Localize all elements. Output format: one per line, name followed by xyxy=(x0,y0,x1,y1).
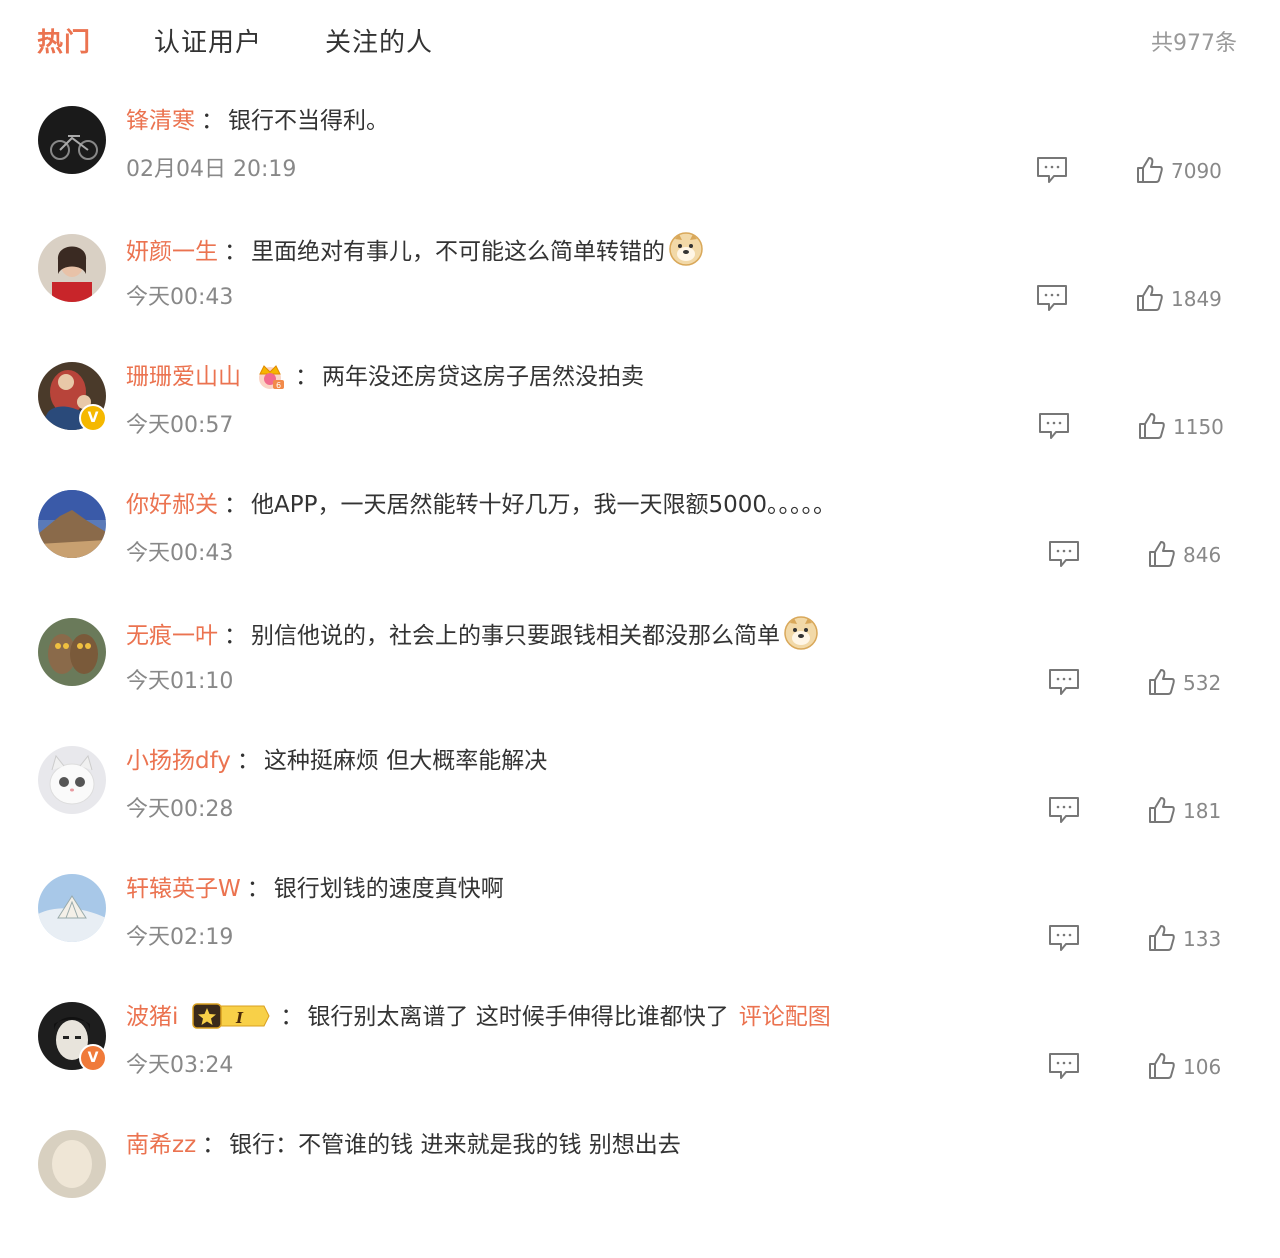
comment-time: 今天00:57 xyxy=(126,413,234,438)
thumbs-up-icon xyxy=(1149,925,1175,951)
comment-text: 别信他说的，社会上的事只要跟钱相关都没那么简单 xyxy=(251,623,780,649)
comment-time: 今天00:28 xyxy=(126,797,234,822)
thumbs-up-icon xyxy=(1149,541,1175,567)
thumbs-up-icon xyxy=(1137,157,1163,183)
tab-verified-users[interactable]: 认证用户 xyxy=(154,22,262,59)
comment-username[interactable]: 南希zz xyxy=(126,1132,196,1158)
comment-item: 你好郝关：他APP，一天居然能转十好几万，我一天限额5000。。。。。 今天00… xyxy=(0,490,1280,618)
comment-time: 今天00:43 xyxy=(126,541,234,566)
comment-time: 今天03:24 xyxy=(126,1053,234,1078)
tab-following[interactable]: 关注的人 xyxy=(325,22,433,59)
comment-picture-link[interactable]: 评论配图 xyxy=(739,1004,831,1030)
fan-medal-icon: I xyxy=(192,1002,270,1040)
colon: ： xyxy=(246,876,270,902)
comment-text: 银行划钱的速度真快啊 xyxy=(273,876,504,902)
comment-username[interactable]: 波猪i xyxy=(126,1004,178,1030)
comment-item: V 波猪i I ：银行别太离谱了 这时候手伸得比谁都快了 评论配图 今天03:24 1… xyxy=(0,1002,1280,1130)
comment-time: 今天00:43 xyxy=(126,285,234,310)
thumbs-up-icon xyxy=(1149,669,1175,695)
avatar[interactable]: V xyxy=(38,362,107,432)
comment-text: 银行别太离谱了 这时候手伸得比谁都快了 xyxy=(307,1004,729,1030)
thumbs-up-icon xyxy=(1149,1053,1175,1079)
comment-item: 妍颜一生：里面绝对有事儿，不可能这么简单转错的 今天00:43 1849 xyxy=(0,232,1280,362)
reply-icon[interactable] xyxy=(1036,284,1068,312)
comment-item: 南希zz：银行：不管谁的钱 进来就是我的钱 别想出去 xyxy=(0,1130,1280,1258)
comment-text: 里面绝对有事儿，不可能这么简单转错的 xyxy=(251,239,665,265)
like-count: 1150 xyxy=(1173,415,1224,439)
colon: ： xyxy=(224,239,247,265)
comment-tabs: 热门 认证用户 关注的人 共977条 xyxy=(0,0,1280,80)
avatar[interactable]: V xyxy=(38,1002,107,1072)
colon: ： xyxy=(224,623,247,649)
like-button[interactable]: 846 xyxy=(1147,540,1221,570)
like-count: 7090 xyxy=(1171,159,1222,183)
avatar[interactable] xyxy=(38,874,106,942)
comment-username[interactable]: 锋清寒 xyxy=(126,108,195,134)
avatar[interactable] xyxy=(38,490,106,558)
avatar[interactable] xyxy=(38,618,106,686)
like-count: 133 xyxy=(1183,927,1222,951)
reply-icon[interactable] xyxy=(1036,156,1068,184)
reply-icon[interactable] xyxy=(1048,796,1080,824)
avatar[interactable] xyxy=(38,234,106,302)
reply-icon[interactable] xyxy=(1048,540,1080,568)
like-button[interactable]: 1849 xyxy=(1135,284,1222,314)
comment-total-count: 共977条 xyxy=(1151,31,1237,56)
avatar[interactable] xyxy=(38,746,106,814)
reply-icon[interactable] xyxy=(1038,412,1070,440)
verified-badge-icon: V xyxy=(79,404,107,432)
crown-medal-icon: 6 xyxy=(255,362,285,400)
tab-hot[interactable]: 热门 xyxy=(37,22,91,59)
comment-username[interactable]: 你好郝关 xyxy=(126,492,218,518)
like-count: 846 xyxy=(1183,543,1222,567)
like-count: 181 xyxy=(1183,799,1222,823)
colon: ： xyxy=(224,492,247,518)
doge-emoji-icon xyxy=(784,616,818,660)
comment-text: 他APP，一天居然能转十好几万，我一天限额5000。。。。。 xyxy=(251,492,837,518)
comment-username[interactable]: 轩辕英子W xyxy=(126,876,241,902)
comment-item: 无痕一叶：别信他说的，社会上的事只要跟钱相关都没那么简单 今天01:10 532 xyxy=(0,616,1280,746)
comment-item: 锋清寒：银行不当得利。 02月04日 20:19 7090 xyxy=(0,106,1280,234)
like-count: 532 xyxy=(1183,671,1222,695)
thumbs-up-icon xyxy=(1137,285,1163,311)
colon: ： xyxy=(202,1132,226,1158)
comment-username[interactable]: 珊珊爱山山 xyxy=(126,364,241,390)
like-button[interactable]: 1150 xyxy=(1137,412,1224,442)
colon: ： xyxy=(201,108,224,134)
medal-level: I xyxy=(235,1009,244,1027)
comment-time: 今天02:19 xyxy=(126,925,234,950)
doge-emoji-icon xyxy=(669,232,703,276)
comment-item: 小扬扬dfy：这种挺麻烦 但大概率能解决 今天00:28 181 xyxy=(0,746,1280,874)
comment-username[interactable]: 小扬扬dfy xyxy=(126,748,231,774)
like-button[interactable]: 532 xyxy=(1147,668,1221,698)
comment-time: 02月04日 20:19 xyxy=(126,157,297,182)
like-count: 1849 xyxy=(1171,287,1222,311)
comment-item: 轩辕英子W：银行划钱的速度真快啊 今天02:19 133 xyxy=(0,874,1280,1002)
avatar[interactable] xyxy=(38,106,106,174)
colon: ： xyxy=(236,748,260,774)
comment-username[interactable]: 妍颜一生 xyxy=(126,239,218,265)
comment-username[interactable]: 无痕一叶 xyxy=(126,623,218,649)
like-button[interactable]: 106 xyxy=(1147,1052,1221,1082)
reply-icon[interactable] xyxy=(1048,668,1080,696)
comment-text: 两年没还房贷这房子居然没拍卖 xyxy=(322,364,644,390)
like-count: 106 xyxy=(1183,1055,1222,1079)
comment-text: 银行不当得利。 xyxy=(228,108,389,134)
reply-icon[interactable] xyxy=(1048,924,1080,952)
verified-badge-icon: V xyxy=(79,1044,107,1072)
colon: ： xyxy=(280,1004,304,1030)
comment-time: 今天01:10 xyxy=(126,669,234,694)
like-button[interactable]: 7090 xyxy=(1135,156,1222,186)
svg-text:6: 6 xyxy=(276,381,281,390)
comment-text: 这种挺麻烦 但大概率能解决 xyxy=(263,748,548,774)
comment-item: V 珊珊爱山山 6 ：两年没还房贷这房子居然没拍卖 今天00:57 1150 xyxy=(0,362,1280,490)
comment-text: 银行：不管谁的钱 进来就是我的钱 别想出去 xyxy=(229,1132,681,1158)
colon: ： xyxy=(295,364,318,390)
reply-icon[interactable] xyxy=(1048,1052,1080,1080)
thumbs-up-icon xyxy=(1149,797,1175,823)
like-button[interactable]: 133 xyxy=(1147,924,1221,954)
thumbs-up-icon xyxy=(1139,413,1165,439)
like-button[interactable]: 181 xyxy=(1147,796,1221,826)
avatar[interactable] xyxy=(38,1130,106,1198)
